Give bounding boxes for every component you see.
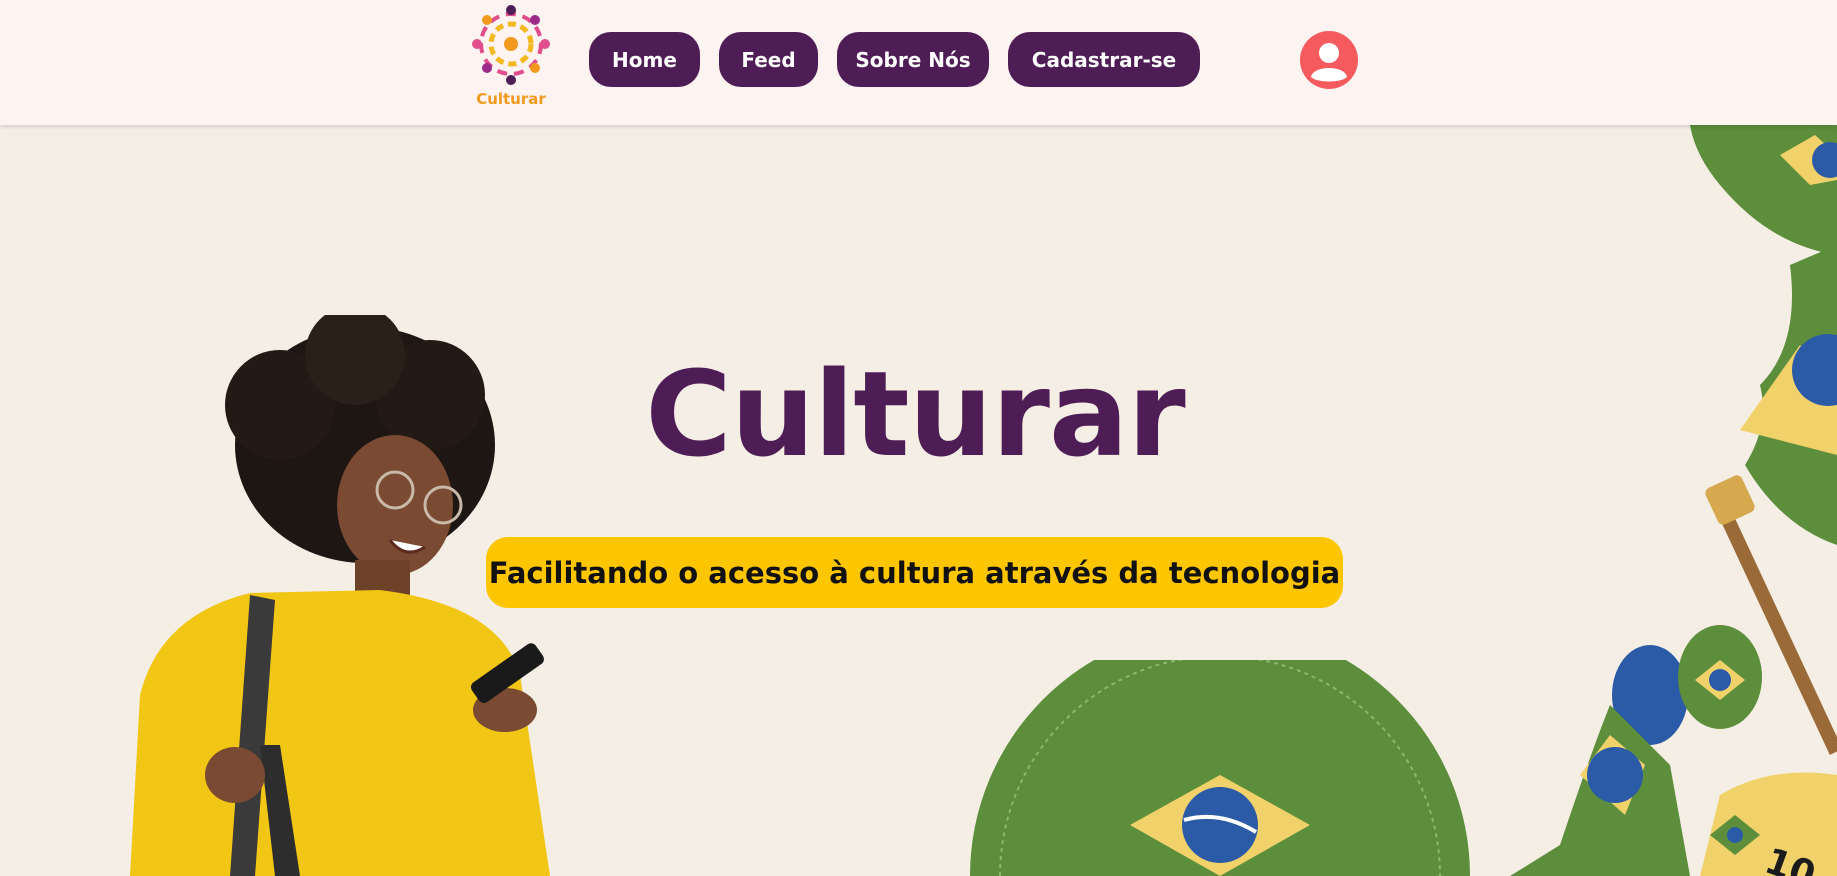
nav-signup-button[interactable]: Cadastrar-se bbox=[1008, 32, 1200, 87]
logo-text: Culturar bbox=[476, 90, 546, 108]
nav-home-button[interactable]: Home bbox=[589, 32, 700, 87]
nav-feed-button[interactable]: Feed bbox=[719, 32, 818, 87]
festive-brazil-decorations: 10 bbox=[1510, 125, 1837, 876]
profile-button[interactable] bbox=[1300, 31, 1358, 89]
brazil-fan-decoration bbox=[970, 660, 1470, 876]
top-navigation-bar: Culturar Home Feed Sobre Nós Cadastrar-s… bbox=[0, 0, 1837, 125]
tagline-banner: Facilitando o acesso à cultura através d… bbox=[486, 537, 1343, 608]
tagline-text: Facilitando o acesso à cultura através d… bbox=[488, 555, 1341, 590]
nav-about-button[interactable]: Sobre Nós bbox=[837, 32, 989, 87]
culturar-logo[interactable]: Culturar bbox=[468, 4, 554, 110]
user-icon bbox=[1311, 43, 1347, 82]
hero-title: Culturar bbox=[645, 345, 1185, 483]
logo-flower-icon bbox=[472, 5, 550, 85]
